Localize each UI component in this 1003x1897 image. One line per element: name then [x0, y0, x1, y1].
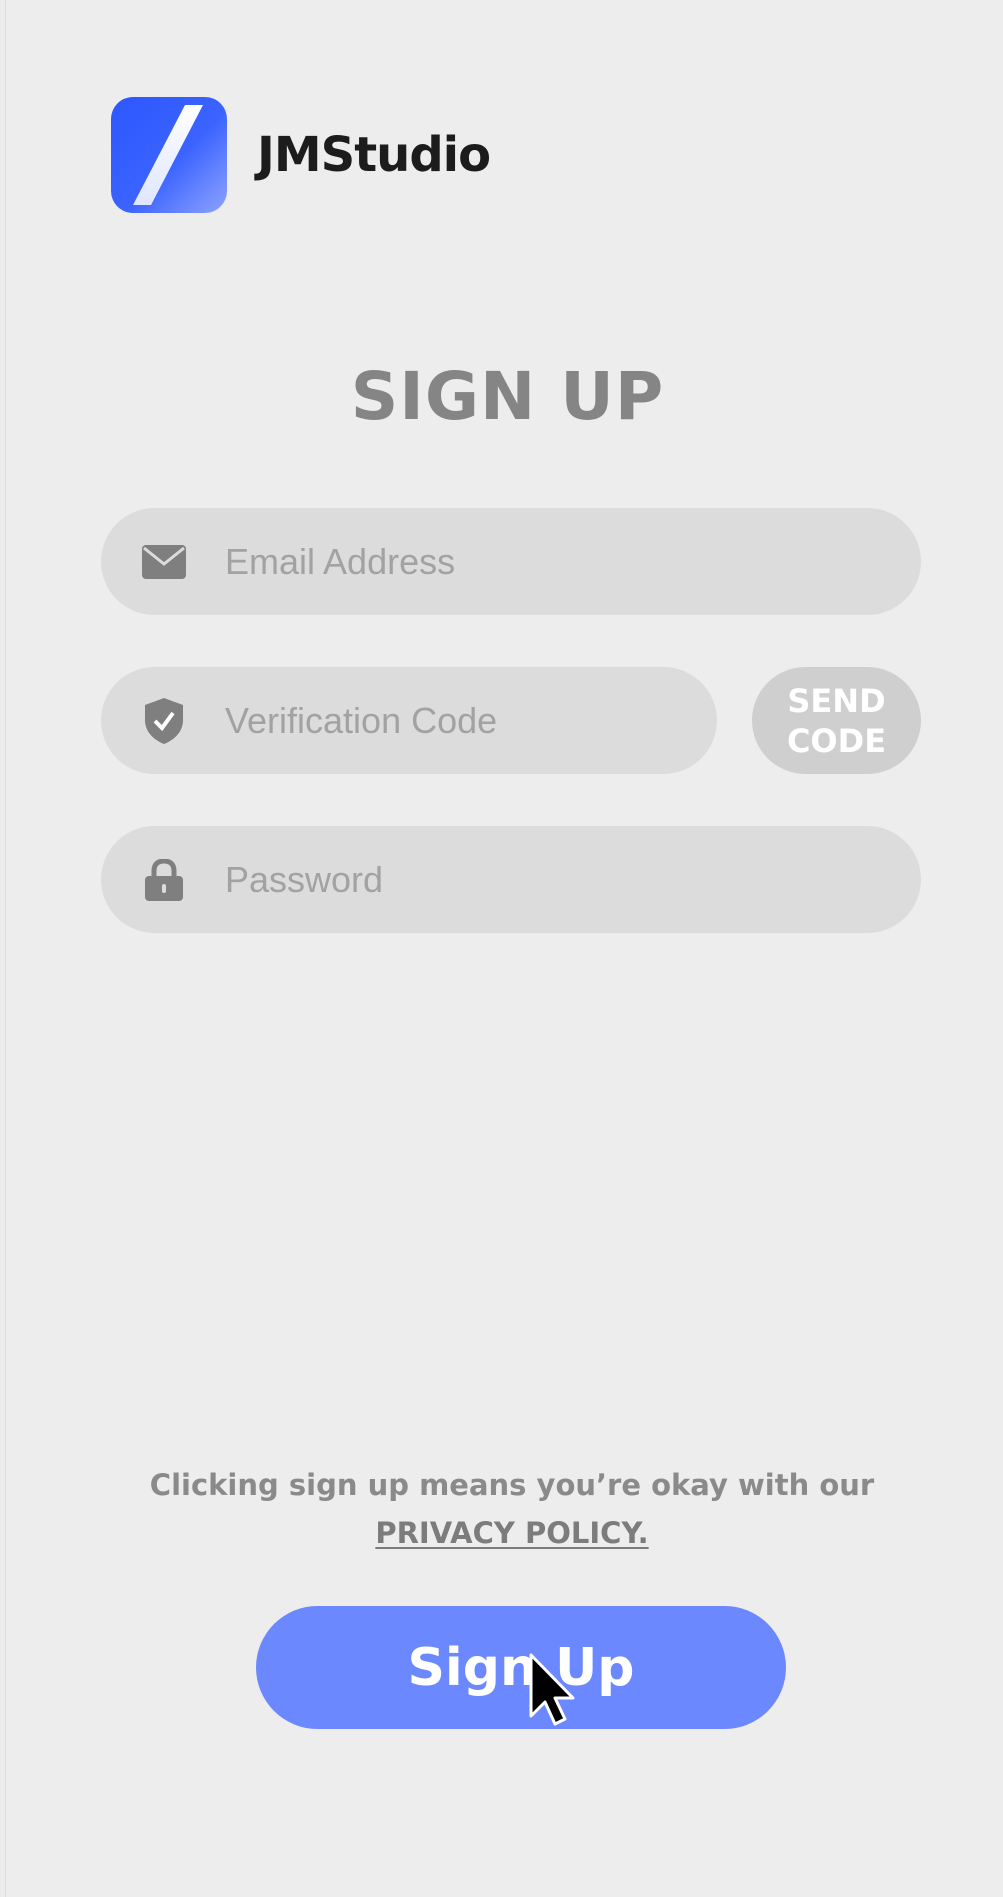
- signup-card: JMStudio SIGN UP SEND CODE: [5, 0, 1003, 1897]
- page-title: SIGN UP: [350, 358, 665, 435]
- consent-text: Clicking sign up means you’re okay with …: [6, 1461, 1003, 1557]
- brand-name: JMStudio: [257, 127, 491, 183]
- jmstudio-logo: [111, 97, 227, 213]
- privacy-policy-link[interactable]: PRIVACY POLICY.: [375, 1516, 648, 1550]
- password-input[interactable]: [223, 848, 921, 911]
- shield-check-icon: [141, 697, 187, 744]
- email-field[interactable]: [101, 508, 921, 615]
- password-field[interactable]: [101, 826, 921, 933]
- brand: JMStudio: [111, 97, 491, 213]
- sign-up-button[interactable]: Sign Up: [256, 1606, 786, 1729]
- verification-code-field[interactable]: [101, 667, 717, 774]
- lock-icon: [141, 857, 187, 903]
- email-input[interactable]: [223, 530, 921, 593]
- envelope-icon: [141, 539, 187, 585]
- send-code-button[interactable]: SEND CODE: [752, 667, 921, 774]
- consent-message: Clicking sign up means you’re okay with …: [149, 1468, 875, 1502]
- verification-code-input[interactable]: [223, 689, 717, 752]
